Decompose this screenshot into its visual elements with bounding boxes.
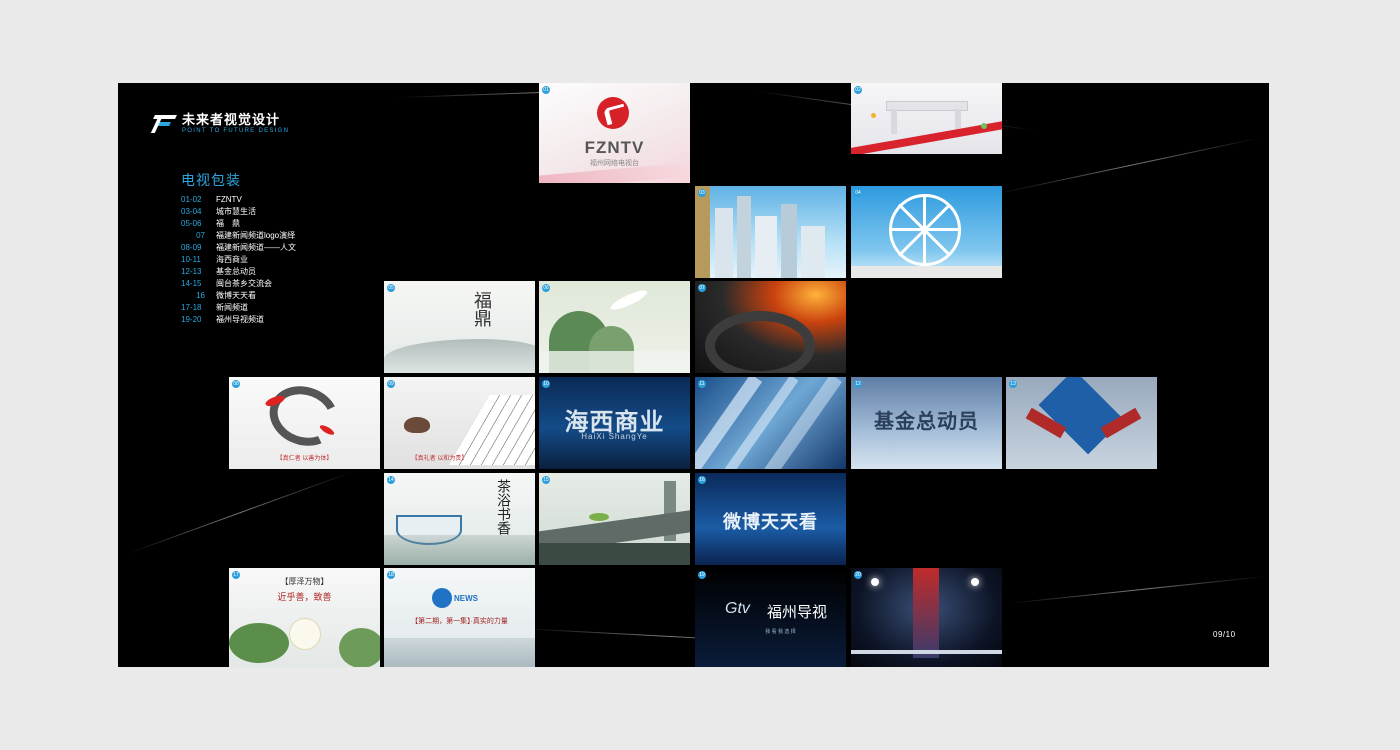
tile-title: FZNTV	[584, 138, 645, 157]
tile-badge: 04	[854, 189, 862, 197]
tile-badge: 07	[698, 284, 706, 292]
thumbnail-ferris-wheel[interactable]: 04	[851, 186, 1002, 278]
tile-badge: 03	[698, 189, 706, 197]
toc-item-label: 福州导视频道	[216, 315, 264, 325]
tile-calligraphy: 茶浴书香	[495, 479, 511, 535]
toc-item-label: 福建新闻频道logo演绎	[216, 230, 296, 240]
tile-badge: 02	[854, 86, 862, 94]
toc-item-label: 新闻频道	[216, 303, 248, 313]
tile-badge: 15	[542, 476, 550, 484]
toc-item-number: 10-11	[181, 255, 201, 265]
thumbnail-stock-screens[interactable]: 13	[1006, 377, 1157, 469]
tile-badge: 11	[698, 380, 706, 388]
thumbnail-molten-metal[interactable]: 07	[695, 281, 846, 373]
toc-item[interactable]: 14-15 闽台茶乡交流会	[181, 278, 296, 290]
tile-badge: 05	[387, 284, 395, 292]
toc-item[interactable]: 17-18 新闻频道	[181, 302, 296, 314]
toc-item-label: 闽台茶乡交流会	[216, 279, 272, 289]
toc-item-number: 16	[196, 291, 205, 301]
light-streak	[1007, 575, 1267, 604]
toc-item-number: 01-02	[181, 194, 202, 204]
toc-item-label: 城市慧生活	[216, 206, 256, 216]
thumbnail-city-gate[interactable]: 02	[851, 83, 1002, 154]
tile-badge: 18	[387, 571, 395, 579]
toc-item-label: FZNTV	[216, 194, 242, 204]
thumbnail-crane-mountain[interactable]: 06	[539, 281, 690, 373]
thumbnail-news-channel[interactable]: NEWS 【第二期，第一集】·真实的力量 18	[384, 568, 535, 667]
toc-item-label: 海西商业	[216, 255, 248, 265]
thumbnail-fuding-calligraphy[interactable]: 福鼎 05	[384, 281, 535, 373]
table-of-contents: 01-02 FZNTV 03-04 城市慧生活 05-06 福 鼎 07 福建新闻频道logo…	[181, 193, 296, 326]
thumbnail-ink-swirl[interactable]: 【真仁者 以善为体】 08	[229, 377, 380, 469]
thumbnail-smart-city[interactable]: 03	[695, 186, 846, 278]
toc-item-label: 福 鼎	[216, 218, 240, 228]
toc-item-number: 12-13	[181, 267, 202, 277]
tile-badge: 13	[1009, 380, 1017, 388]
brand-name-cn: 未来者视觉设计	[182, 112, 281, 127]
toc-item[interactable]: 16 微博天天看	[181, 290, 296, 302]
thumbnail-pagoda-roof[interactable]: 15	[539, 473, 690, 565]
tile-logo: Gtv	[725, 600, 750, 617]
toc-item[interactable]: 10-11 海西商业	[181, 253, 296, 265]
toc-item-number: 17-18	[181, 303, 202, 313]
tile-subtitle: 我 看 我 选 择	[765, 629, 796, 635]
brand-name-en: POINT TO FUTURE DESIGN	[182, 128, 290, 134]
portfolio-page: 未来者视觉设计 POINT TO FUTURE DESIGN 电视包装 01-0…	[118, 83, 1269, 667]
tile-logo: NEWS	[454, 594, 478, 603]
tile-caption: 【真礼者 以和为贵】	[411, 456, 468, 462]
thumbnail-weibo-daily[interactable]: 微博天天看 16	[695, 473, 846, 565]
toc-item[interactable]: 01-02 FZNTV	[181, 193, 296, 205]
toc-item-number: 07	[196, 230, 205, 240]
tile-title: 基金总动员	[874, 411, 979, 433]
toc-item[interactable]: 19-20 福州导视频道	[181, 314, 296, 326]
brand-mark-icon	[150, 114, 177, 133]
thumbnail-tea-calligraphy[interactable]: 茶浴书香 14	[384, 473, 535, 565]
thumbnail-haixi-business[interactable]: 海西商业 HaiXi ShangYe 10	[539, 377, 690, 469]
toc-item-label: 福建新闻频道——人文	[216, 242, 296, 252]
thumbnail-lotus[interactable]: 【厚泽万物】 近乎善，致善 17	[229, 568, 380, 667]
toc-item-label: 基金总动员	[216, 267, 256, 277]
tile-caption: 【真仁者 以善为体】	[276, 456, 333, 462]
tile-caption-secondary: 近乎善，致善	[277, 592, 332, 602]
tile-badge: 08	[232, 380, 240, 388]
thumbnail-teapot-go[interactable]: 【真礼者 以和为贵】 09	[384, 377, 535, 469]
brand-logo: 未来者视觉设计 POINT TO FUTURE DESIGN	[150, 112, 290, 134]
toc-item[interactable]: 08-09 福建新闻频道——人文	[181, 241, 296, 253]
toc-item-number: 19-20	[181, 315, 202, 325]
section-title: 电视包装	[181, 172, 241, 188]
tile-title: 微博天天看	[723, 512, 818, 532]
tile-badge: 19	[698, 571, 706, 579]
light-streak	[997, 136, 1263, 194]
tile-caption: 【厚泽万物】	[280, 577, 329, 586]
toc-item-number: 14-15	[181, 279, 202, 289]
tile-badge: 17	[232, 571, 240, 579]
thumbnail-blue-glass[interactable]: 11	[695, 377, 846, 469]
tile-subtitle: HaiXi ShangYe	[581, 432, 648, 441]
toc-item[interactable]: 05-06 福 鼎	[181, 217, 296, 229]
tile-badge: 01	[542, 86, 550, 94]
tile-badge: 09	[387, 380, 395, 388]
tile-badge: 16	[698, 476, 706, 484]
thumbnail-stage-lights[interactable]: 20	[851, 568, 1002, 667]
tile-caption: 【第二期，第一集】·真实的力量	[411, 618, 508, 625]
tile-badge: 06	[542, 284, 550, 292]
tile-title: 福州导视	[767, 604, 828, 621]
light-streak	[127, 470, 354, 554]
toc-item[interactable]: 12-13 基金总动员	[181, 266, 296, 278]
page-number: 09/10	[1213, 630, 1236, 639]
tile-badge: 20	[854, 571, 862, 579]
toc-item-number: 03-04	[181, 206, 202, 216]
toc-item-label: 微博天天看	[216, 291, 256, 301]
thumbnail-fuzhou-guide[interactable]: Gtv 福州导视 我 看 我 选 择 19	[695, 568, 846, 667]
toc-item-number: 05-06	[181, 218, 202, 228]
tile-badge: 12	[854, 380, 862, 388]
tile-badge: 10	[542, 380, 550, 388]
thumbnail-fund-mobilization[interactable]: 基金总动员 12	[851, 377, 1002, 469]
toc-item[interactable]: 07 福建新闻频道logo演绎	[181, 229, 296, 241]
tile-badge: 14	[387, 476, 395, 484]
toc-item[interactable]: 03-04 城市慧生活	[181, 205, 296, 217]
toc-item-number: 08-09	[181, 242, 202, 252]
thumbnail-fzntv[interactable]: FZNTV 福州网络电视台 01	[539, 83, 690, 183]
